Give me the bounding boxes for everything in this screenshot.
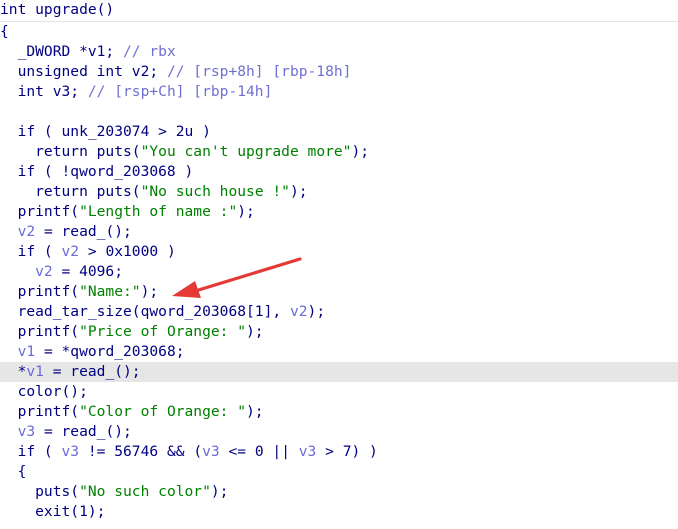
code-line[interactable]: *v1 = read_(); bbox=[0, 362, 678, 382]
code-token: "Color of Orange: " bbox=[79, 403, 247, 420]
code-line[interactable]: if ( unk_203074 > 2u ) bbox=[0, 122, 678, 142]
code-token: // [rsp+Ch] [rbp-14h] bbox=[87, 83, 273, 100]
code-line[interactable]: v2 = read_(); bbox=[0, 222, 678, 242]
code-token: "Price of Orange: " bbox=[79, 323, 247, 340]
code-token: return puts( bbox=[0, 183, 141, 200]
code-token: { bbox=[0, 23, 9, 40]
code-line[interactable]: return puts("You can't upgrade more"); bbox=[0, 142, 678, 162]
code-token: exit(1); bbox=[0, 503, 106, 520]
code-token: "No such color" bbox=[79, 483, 211, 500]
code-token: ); bbox=[210, 483, 229, 500]
code-token: "Name:" bbox=[79, 283, 141, 300]
code-token: ); bbox=[140, 283, 159, 300]
code-line[interactable]: printf("Price of Orange: "); bbox=[0, 322, 678, 342]
code-line[interactable]: { bbox=[0, 22, 678, 42]
code-token: v2 bbox=[61, 243, 80, 260]
code-token: = read_(); bbox=[35, 223, 132, 240]
code-token: puts( bbox=[0, 483, 80, 500]
code-token: * bbox=[0, 363, 27, 380]
code-token: > 0x1000 ) bbox=[79, 243, 176, 260]
code-line[interactable]: printf("Color of Orange: "); bbox=[0, 402, 678, 422]
function-header-line[interactable]: int upgrade() bbox=[0, 0, 678, 22]
code-line[interactable]: exit(1); bbox=[0, 502, 678, 522]
code-line[interactable]: return puts("No such house !"); bbox=[0, 182, 678, 202]
code-token: _DWORD *v1; bbox=[0, 43, 124, 60]
code-token: v1 bbox=[0, 343, 36, 360]
code-token: "You can't upgrade more" bbox=[140, 143, 352, 160]
pseudocode-view[interactable]: int upgrade() { _DWORD *v1; // rbx unsign… bbox=[0, 0, 678, 529]
code-token: printf( bbox=[0, 323, 80, 340]
code-token: return puts( bbox=[0, 143, 141, 160]
code-line[interactable]: v1 = *qword_203068; bbox=[0, 342, 678, 362]
code-line[interactable]: { bbox=[0, 462, 678, 482]
code-token: = *qword_203068; bbox=[35, 343, 185, 360]
code-token: // [rsp+8h] [rbp-18h] bbox=[166, 63, 352, 80]
code-token: printf( bbox=[0, 403, 80, 420]
code-line[interactable]: puts("No such color"); bbox=[0, 482, 678, 502]
code-token: != 56746 && ( bbox=[79, 443, 203, 460]
code-token: int upgrade() bbox=[0, 1, 115, 18]
code-token: read_tar_size(qword_203068[1], bbox=[0, 303, 290, 320]
code-token: if ( unk_203074 > 2u ) bbox=[0, 123, 211, 140]
code-token: unsigned int v2; bbox=[0, 63, 167, 80]
code-token: ); bbox=[307, 303, 326, 320]
code-token: ); bbox=[289, 183, 308, 200]
code-token: = read_(); bbox=[43, 363, 141, 380]
code-line[interactable]: if ( v2 > 0x1000 ) bbox=[0, 242, 678, 262]
code-line[interactable] bbox=[0, 102, 678, 122]
code-token: v3 bbox=[61, 443, 80, 460]
code-line[interactable]: int v3; // [rsp+Ch] [rbp-14h] bbox=[0, 82, 678, 102]
code-token: v2 bbox=[0, 263, 53, 280]
code-line[interactable]: color(); bbox=[0, 382, 678, 402]
code-token: printf( bbox=[0, 283, 80, 300]
code-line[interactable]: if ( v3 != 56746 && (v3 <= 0 || v3 > 7) … bbox=[0, 442, 678, 462]
code-token: v3 bbox=[298, 443, 317, 460]
code-token: int v3; bbox=[0, 83, 88, 100]
code-token: v3 bbox=[0, 423, 36, 440]
code-token: v2 bbox=[289, 303, 308, 320]
code-line[interactable]: if ( !qword_203068 ) bbox=[0, 162, 678, 182]
code-token: printf( bbox=[0, 203, 80, 220]
code-token: ); bbox=[246, 403, 264, 420]
code-token: { bbox=[0, 463, 27, 480]
code-token: = read_(); bbox=[35, 423, 132, 440]
code-token: v2 bbox=[0, 223, 36, 240]
code-line[interactable]: _DWORD *v1; // rbx bbox=[0, 42, 678, 62]
code-token: "Length of name :" bbox=[79, 203, 238, 220]
code-line[interactable]: printf("Length of name :"); bbox=[0, 202, 678, 222]
code-token: if ( bbox=[0, 443, 62, 460]
code-token: v1 bbox=[26, 363, 44, 380]
code-token: "No such house !" bbox=[140, 183, 290, 200]
code-token: if ( bbox=[0, 243, 62, 260]
code-line[interactable]: v2 = 4096; bbox=[0, 262, 678, 282]
code-line[interactable]: printf("Name:"); bbox=[0, 282, 678, 302]
code-token: color(); bbox=[0, 383, 88, 400]
code-token: v3 bbox=[202, 443, 220, 460]
code-line[interactable]: unsigned int v2; // [rsp+8h] [rbp-18h] bbox=[0, 62, 678, 82]
code-line[interactable]: read_tar_size(qword_203068[1], v2); bbox=[0, 302, 678, 322]
code-token: if ( !qword_203068 ) bbox=[0, 163, 194, 180]
code-line[interactable]: v3 = read_(); bbox=[0, 422, 678, 442]
code-token: > 7) ) bbox=[316, 443, 378, 460]
code-token: // rbx bbox=[123, 43, 176, 60]
code-token: ); bbox=[237, 203, 255, 220]
code-token: <= 0 || bbox=[219, 443, 299, 460]
code-token: = 4096; bbox=[52, 263, 124, 280]
code-token: ); bbox=[246, 323, 264, 340]
code-token: ); bbox=[351, 143, 370, 160]
